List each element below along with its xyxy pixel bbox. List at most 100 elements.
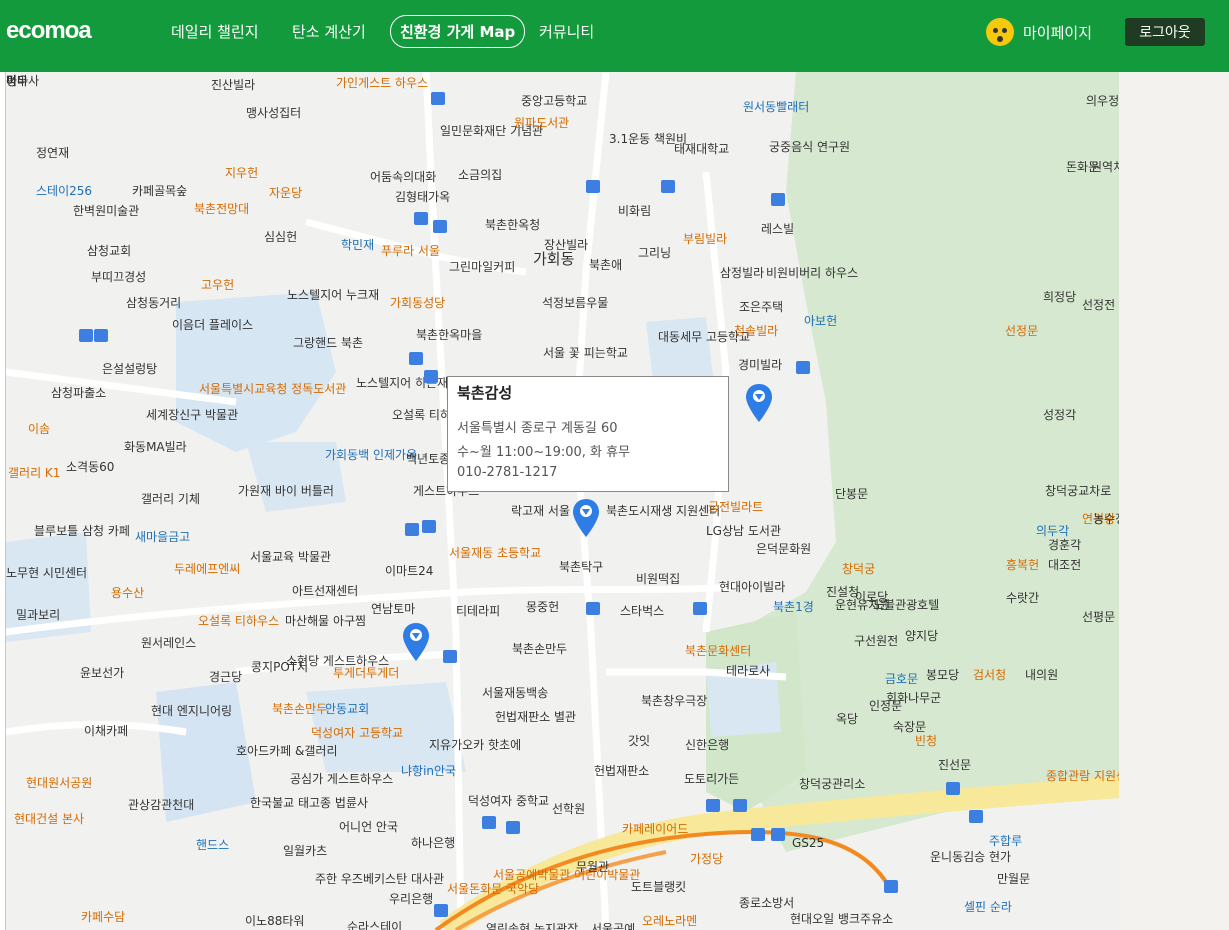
bus-stop-icon[interactable] <box>506 821 520 834</box>
map-place-label[interactable]: 북촌문화센터 <box>685 642 751 659</box>
bus-stop-icon[interactable] <box>94 329 108 342</box>
bus-stop-icon[interactable] <box>693 602 707 615</box>
store-pin-icon[interactable] <box>403 623 429 661</box>
map-place-label[interactable]: 푸루라 서울 <box>381 242 440 259</box>
map-place-label[interactable]: 북촌한옥마을 <box>416 326 482 343</box>
bus-stop-icon[interactable] <box>422 520 436 533</box>
map-place-label[interactable]: 궁중음식 연구원 <box>769 138 850 155</box>
map-place-label[interactable]: 종로소방서 <box>739 894 794 911</box>
map-place-label[interactable]: 이음더 플레이스 <box>172 316 253 333</box>
map-place-label[interactable]: 핸드스 <box>196 836 229 853</box>
map-place-label[interactable]: 비화림 <box>618 202 651 219</box>
map-place-label[interactable]: 화동MA빌라 <box>124 438 187 455</box>
map-place-label[interactable]: 카페골목숲 <box>132 182 187 199</box>
map-place-label[interactable]: 아트선재센터 <box>292 582 358 599</box>
bus-stop-icon[interactable] <box>586 180 600 193</box>
bus-stop-icon[interactable] <box>771 193 785 206</box>
map-place-label[interactable]: 창덕궁 <box>842 560 875 577</box>
map-place-label[interactable]: 창덕궁관리소 <box>799 775 865 792</box>
map-place-label[interactable]: 궁전빌라트 <box>708 498 763 515</box>
map-place-label[interactable]: 헌법재판소 별관 <box>495 708 576 725</box>
map-place-label[interactable]: 두레에프엔씨 <box>174 560 240 577</box>
map-place-label[interactable]: 고우헌 <box>201 276 234 293</box>
map-place-label[interactable]: 북촌창우극장 <box>641 692 707 709</box>
map-place-label[interactable]: 열린송현 녹지광장 <box>486 920 578 930</box>
map-place-label[interactable]: 비원비버리 하우스 <box>766 264 858 281</box>
bus-stop-icon[interactable] <box>433 220 447 233</box>
bus-stop-icon[interactable] <box>414 212 428 225</box>
map-place-label[interactable]: 주한 우즈베키스탄 대사관 <box>315 870 444 887</box>
map-place-label[interactable]: 희정당 <box>1043 288 1076 305</box>
map-place-label[interactable]: 원파도서관 <box>514 114 569 131</box>
map-place-label[interactable]: 카페수담 <box>81 908 125 925</box>
map-place-label[interactable]: 덕성여자 고등학교 <box>311 724 403 741</box>
map-place-label[interactable]: 수랏간 <box>1006 589 1039 606</box>
map-place-label[interactable]: 석정보름우물 <box>542 294 608 311</box>
map-place-label[interactable]: 진설청 <box>826 583 859 600</box>
map-place-label[interactable]: 북촌손만두 <box>272 700 327 717</box>
map-place-label[interactable]: 관상감관천대 <box>128 796 194 813</box>
map-place-label[interactable]: 이채카페 <box>84 722 128 739</box>
map-place-label[interactable]: 조은주택 <box>739 298 783 315</box>
map-place-label[interactable]: 우리은행 <box>389 890 433 907</box>
map-place-label[interactable]: 창덕궁교차로 <box>1045 482 1111 499</box>
map-place-label[interactable]: 자운당 <box>269 184 302 201</box>
bus-stop-icon[interactable] <box>586 602 600 615</box>
map-place-label[interactable]: 레스빌 <box>761 220 794 237</box>
map-place-label[interactable]: 원서동빨래터 <box>743 98 809 115</box>
map-place-label[interactable]: 북촌도시재생 지원센터 <box>606 502 720 519</box>
bus-stop-icon[interactable] <box>482 816 496 829</box>
map-place-label[interactable]: 오레노라멘 <box>642 912 697 929</box>
map-place-label[interactable]: 스테이256 <box>36 182 92 199</box>
map-place-label[interactable]: 학민재 <box>341 236 374 253</box>
nav-eco-store-map[interactable]: 친환경 가게 Map <box>390 15 526 48</box>
map-place-label[interactable]: 비원떡집 <box>636 570 680 587</box>
map-place-label[interactable]: 삼청파출소 <box>51 384 106 401</box>
bus-stop-icon[interactable] <box>771 828 785 841</box>
bus-stop-icon[interactable] <box>796 361 810 374</box>
bus-stop-icon[interactable] <box>79 329 93 342</box>
map-place-label[interactable]: 세계장신구 박물관 <box>146 406 238 423</box>
bus-stop-icon[interactable] <box>405 523 419 536</box>
map-place-label[interactable]: 갓잇 <box>628 732 650 749</box>
map-place-label[interactable]: 원역처소 <box>1091 158 1120 175</box>
nav-daily-challenge[interactable]: 데일리 챌린지 <box>171 21 259 42</box>
map-place-label[interactable]: 서울재동 초등학교 <box>449 544 541 561</box>
avatar[interactable] <box>986 18 1014 46</box>
map-place-label[interactable]: 북촌전망대 <box>194 200 249 217</box>
map-place-label[interactable]: 서울공예 <box>591 920 635 930</box>
map-place-label[interactable]: 경훈각 <box>1048 536 1081 553</box>
map-place-label[interactable]: 가회동성당 <box>390 294 445 311</box>
bus-stop-icon[interactable] <box>434 904 448 917</box>
map-place-label[interactable]: 그린마일커피 <box>449 258 515 275</box>
map-place-label[interactable]: 노무현 시민센터 <box>6 564 87 581</box>
map-place-label[interactable]: 만월문 <box>997 870 1030 887</box>
map-place-label[interactable]: 갤러리 기체 <box>141 490 200 507</box>
map-place-label[interactable]: 대조전 <box>1048 556 1081 573</box>
map-place-label[interactable]: 어니언 안국 <box>339 818 398 835</box>
map-place-label[interactable]: 일월카츠 <box>283 842 327 859</box>
map-place-label[interactable]: 맹사성집터 <box>246 104 301 121</box>
map-place-label[interactable]: 서울교육 박물관 <box>250 548 331 565</box>
map-place-label[interactable]: 은덕문화원 <box>756 540 811 557</box>
map-place-label[interactable]: 공심가 게스트하우스 <box>290 770 393 787</box>
map-place-label[interactable]: 이노88타워 <box>245 912 304 929</box>
map-place-label[interactable]: 카페레이어드 <box>622 820 688 837</box>
map-place-label[interactable]: 오설록 티하우스 <box>198 612 279 629</box>
map-place-label[interactable]: 청솔빌라 <box>734 322 778 339</box>
map-place-label[interactable]: 노스텔지어 누크재 <box>287 286 379 303</box>
kakao-map[interactable]: 진산빌라 가인게스트 하우스 중앙고등학교 원서동빨래터 맹사성집터 일민문화재단 기념관… <box>5 72 1120 930</box>
map-place-label[interactable]: 스타벅스 <box>620 602 664 619</box>
map-place-label[interactable]: 용수산 <box>111 584 144 601</box>
map-place-label[interactable]: 그랑핸드 북촌 <box>293 334 363 351</box>
map-place-label[interactable]: 현대원서공원 <box>26 774 92 791</box>
map-place-label[interactable]: 현대 엔지니어링 <box>151 702 232 719</box>
map-place-label[interactable]: 성정각 <box>1043 406 1076 423</box>
map-place-label[interactable]: 가회동백 인제가옥 <box>325 446 417 463</box>
map-place-label[interactable]: 옥당 <box>836 710 858 727</box>
bus-stop-icon[interactable] <box>443 650 457 663</box>
map-place-label[interactable]: 원서레인스 <box>141 634 196 651</box>
map-place-label[interactable]: 가인게스트 하우스 <box>336 74 428 91</box>
store-info-popup[interactable]: 북촌감성 서울특별시 종로구 계동길 60 수~월 11:00~19:00, 화… <box>447 376 729 492</box>
map-place-label[interactable]: 셀핀 순라 <box>964 898 1012 915</box>
